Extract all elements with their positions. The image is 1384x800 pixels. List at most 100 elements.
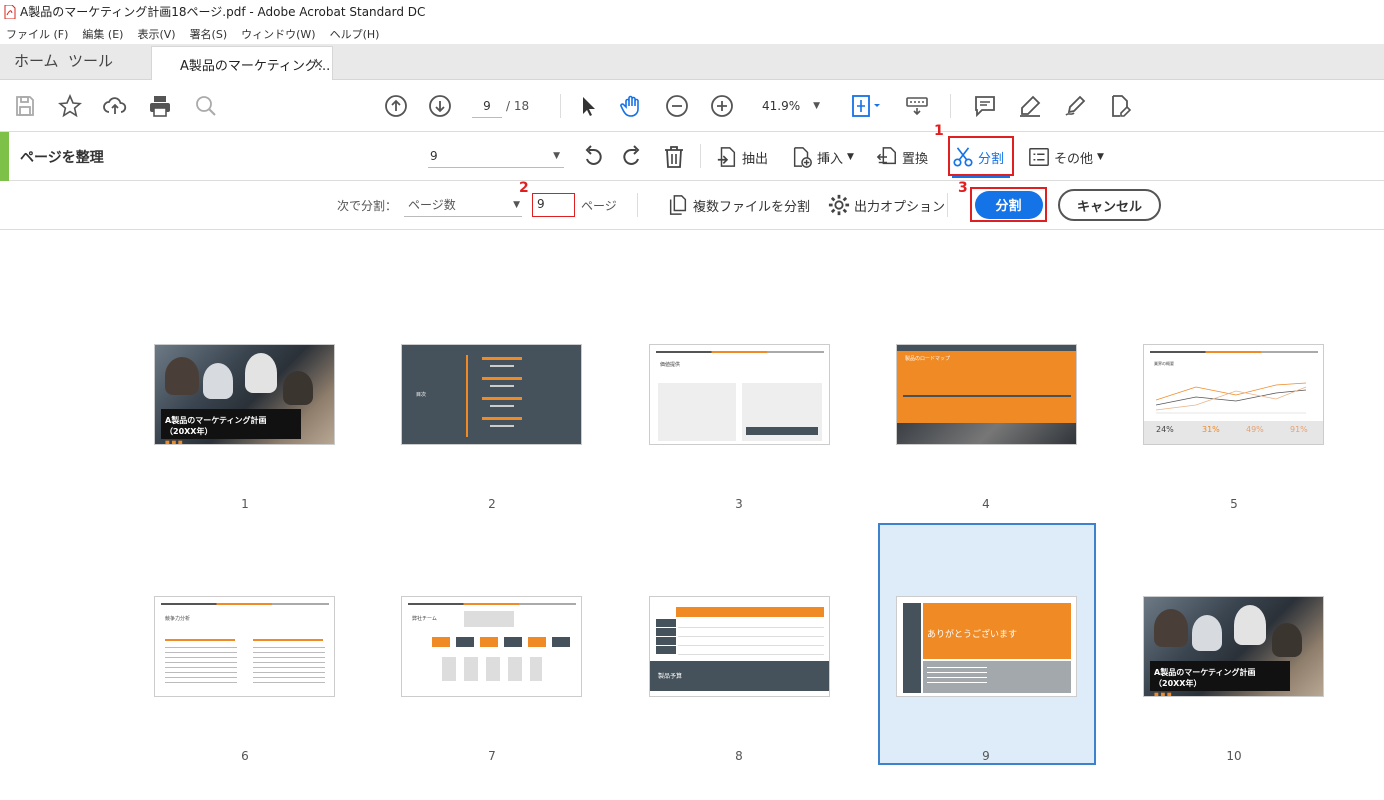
page-number-label: 9	[982, 749, 990, 763]
fill-sign-icon[interactable]	[1107, 93, 1133, 119]
zoom-in-icon[interactable]	[709, 93, 735, 119]
separator	[950, 94, 951, 118]
page-number-label: 4	[982, 497, 990, 511]
page-number-label: 8	[735, 749, 743, 763]
extract-button[interactable]: 抽出	[716, 142, 768, 172]
page-thumbnail-2[interactable]: 目次	[401, 344, 582, 445]
tab-home[interactable]: ホーム	[0, 43, 68, 79]
page-thumbnail-4[interactable]: 製品のロードマップ	[896, 344, 1077, 445]
page-number-label: 7	[488, 749, 496, 763]
page-number-label: 2	[488, 497, 496, 511]
page-thumbnail-7[interactable]: 弊社チーム	[401, 596, 582, 697]
menu-edit[interactable]: 編集 (E)	[82, 26, 123, 42]
separator	[637, 193, 638, 217]
thumbnail-title: 目次	[416, 392, 427, 398]
insert-button[interactable]: 挿入 ▼	[791, 142, 854, 172]
split-tool-highlight	[948, 136, 1014, 176]
thumbnail-title: 製品のロードマップ	[905, 356, 951, 362]
next-page-icon[interactable]	[427, 93, 453, 119]
window-title: A製品のマーケティング計画18ページ.pdf - Adobe Acrobat S…	[20, 5, 426, 19]
replace-page-icon	[876, 147, 896, 165]
page-unit-label: ページ	[581, 199, 617, 213]
previous-page-icon[interactable]	[383, 93, 409, 119]
chevron-down-icon: ▼	[553, 151, 560, 161]
tab-document-label: A製品のマーケティング...	[180, 58, 331, 74]
thumbnail-title: 製品予算	[658, 673, 683, 680]
rotate-left-icon[interactable]	[580, 144, 606, 170]
thumbnail-title: A製品のマーケティング計画（20XX年） ■ ■ ■	[1150, 661, 1290, 696]
close-tab-icon[interactable]: ×	[313, 57, 324, 72]
thumbnail-title: 競争力分析	[165, 616, 191, 622]
output-options-label: 出力オプション	[854, 199, 946, 215]
title-bar: A製品のマーケティング計画18ページ.pdf - Adobe Acrobat S…	[0, 0, 1384, 23]
sign-pen-icon[interactable]	[1062, 93, 1088, 119]
page-number-label: 3	[735, 497, 743, 511]
extract-page-icon	[717, 147, 736, 167]
list-icon	[1029, 148, 1049, 166]
menu-file[interactable]: ファイル (F)	[6, 26, 68, 42]
thumbnail-title: 価値提供	[660, 362, 681, 368]
page-thumbnail-3[interactable]: 価値提供	[649, 344, 830, 445]
tab-document[interactable]: A製品のマーケティング... ×	[151, 46, 333, 81]
chevron-down-icon: ▼	[513, 200, 520, 210]
fit-page-icon[interactable]	[848, 93, 884, 119]
output-options-button[interactable]: 出力オプション	[828, 190, 945, 220]
thumbnail-title: ありがとうございます	[927, 630, 1018, 640]
highlight-pen-icon[interactable]	[1017, 93, 1043, 119]
comment-icon[interactable]	[972, 93, 998, 119]
main-toolbar: 9 / 18 41.9% ▼	[0, 80, 1384, 132]
page-thumbnail-9[interactable]: ありがとうございます	[896, 596, 1077, 697]
multiple-files-icon	[669, 195, 687, 215]
page-thumbnail-grid: A製品のマーケティング計画（20XX年） ■ ■ ■ 1 目次 2 価値提供 3 …	[0, 230, 1384, 800]
thumbnail-title: 弊社チーム	[412, 616, 437, 622]
page-count-input[interactable]: 9	[532, 193, 575, 217]
chevron-down-icon: ▼	[847, 152, 854, 162]
menu-bar: ファイル (F) 編集 (E) 表示(V) 署名(S) ウィンドウ(W) ヘルプ…	[0, 23, 1384, 44]
organize-pages-bar: ページを整理 9 ▼ 抽出 挿入 ▼ 置換 分割 その他 ▼	[0, 132, 1384, 181]
separator	[560, 94, 561, 118]
split-by-select[interactable]: ページ数 ▼	[404, 193, 522, 217]
separator	[700, 144, 701, 168]
hand-tool-icon[interactable]	[619, 93, 645, 119]
search-zoom-icon[interactable]	[193, 93, 219, 119]
zoom-out-icon[interactable]	[664, 93, 690, 119]
menu-help[interactable]: ヘルプ(H)	[330, 26, 380, 42]
page-total: / 18	[506, 99, 530, 113]
split-by-label: 次で分割：	[337, 199, 398, 213]
more-options-button[interactable]: その他 ▼	[1028, 142, 1104, 172]
annotation-marker-3: 3	[958, 180, 968, 196]
page-thumbnail-1[interactable]: A製品のマーケティング計画（20XX年） ■ ■ ■	[154, 344, 335, 445]
print-icon[interactable]	[147, 93, 173, 119]
tab-tools[interactable]: ツール	[68, 43, 150, 79]
page-range-select[interactable]: 9 ▼	[428, 144, 564, 168]
page-thumbnail-10[interactable]: A製品のマーケティング計画（20XX年） ■ ■ ■	[1143, 596, 1324, 697]
page-number-input[interactable]: 9	[472, 94, 502, 118]
organize-title: ページを整理	[20, 150, 104, 166]
bookmark-star-icon[interactable]	[57, 93, 83, 119]
zoom-level-value: 41.9%	[762, 99, 801, 113]
cancel-button[interactable]: キャンセル	[1058, 189, 1161, 221]
rotate-right-icon[interactable]	[619, 144, 645, 170]
replace-button[interactable]: 置換	[876, 142, 928, 172]
upload-cloud-icon[interactable]	[102, 93, 128, 119]
menu-window[interactable]: ウィンドウ(W)	[241, 26, 315, 42]
replace-label: 置換	[902, 151, 929, 167]
tool-accent-bar	[0, 132, 9, 181]
page-thumbnail-8[interactable]: 製品予算	[649, 596, 830, 697]
read-mode-icon[interactable]	[904, 93, 930, 119]
thumbnail-title: A製品のマーケティング計画（20XX年） ■ ■ ■	[161, 409, 301, 444]
select-cursor-icon[interactable]	[575, 93, 601, 119]
zoom-level-select[interactable]: 41.9% ▼	[756, 94, 826, 118]
page-thumbnail-6[interactable]: 競争力分析	[154, 596, 335, 697]
menu-sign[interactable]: 署名(S)	[190, 26, 228, 42]
page-thumbnail-5[interactable]: 業界の概要 24% 31% 49% 91%	[1143, 344, 1324, 445]
save-icon[interactable]	[12, 93, 38, 119]
delete-trash-icon[interactable]	[661, 144, 687, 170]
split-multiple-files-button[interactable]: 複数ファイルを分割	[667, 190, 810, 220]
split-execute-button[interactable]: 分割	[974, 190, 1043, 219]
page-number-label: 5	[1230, 497, 1238, 511]
insert-label: 挿入	[817, 151, 844, 167]
page-number-label: 1	[241, 497, 249, 511]
gear-icon	[828, 194, 850, 216]
menu-view[interactable]: 表示(V)	[137, 26, 175, 42]
